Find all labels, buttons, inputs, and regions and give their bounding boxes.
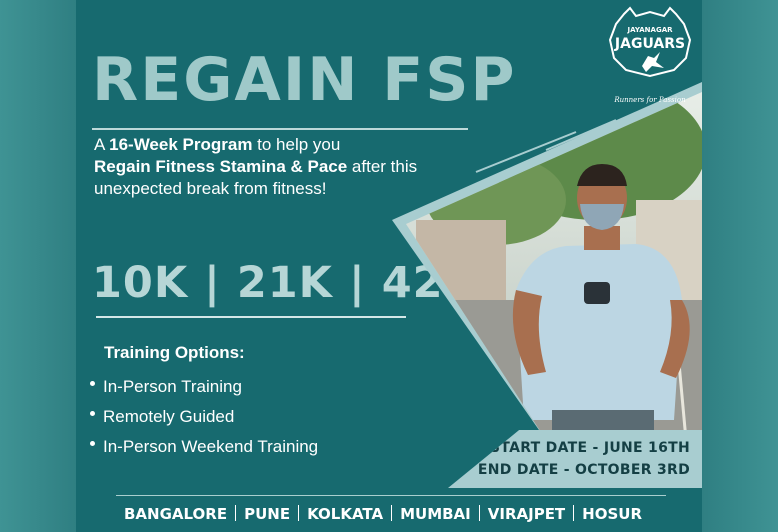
city-name: MUMBAI [400,505,471,523]
training-option: Remotely Guided [90,402,318,432]
cities-divider [116,495,666,496]
city-item: BANGALORE [124,503,227,525]
city-item: HOSUR [565,503,642,525]
distance-21k: 21K [236,258,334,308]
training-option-label: In-Person Training [103,377,242,396]
city-separator [235,505,237,521]
distance-separator: | [349,258,382,308]
city-separator [391,505,393,521]
city-name: KOLKATA [307,505,384,523]
bullet-icon [90,411,95,417]
logo-line1: JAYANAGAR [627,26,674,34]
desc-bold-2: Regain Fitness Stamina & Pace [94,157,348,176]
distances: 10K | 21K | 42K [92,262,478,305]
bullet-icon [90,381,95,387]
desc-text-2: to help you [252,135,341,154]
city-item: KOLKATA [290,503,383,525]
distance-separator: | [204,258,237,308]
logo-tagline: Runners for Passion [613,96,686,104]
city-name: HOSUR [582,505,643,523]
distance-42k: 42K [381,258,478,308]
training-options-title: Training Options: [104,343,245,362]
city-name: BANGALORE [124,505,228,523]
training-option: In-Person Training [90,372,318,402]
city-separator [573,505,575,521]
desc-bold-1: 16-Week Program [109,135,253,154]
program-dates: START DATE - JUNE 16TH END DATE - OCTOBE… [448,430,702,488]
city-list: BANGALORE PUNE KOLKATA MUMBAI VIRAJPET H… [124,503,642,525]
training-option-label: Remotely Guided [103,407,235,426]
bullet-icon [90,441,95,447]
city-name: VIRAJPET [487,505,566,523]
poster: REGAIN FSP A 16-Week Program to help you… [76,0,702,532]
distances-divider [96,316,406,318]
city-separator [298,505,300,521]
city-item: PUNE [227,503,290,525]
city-item: VIRAJPET [471,503,565,525]
start-date: START DATE - JUNE 16TH [489,440,690,456]
training-option-label: In-Person Weekend Training [103,437,319,456]
title-divider [92,128,468,130]
city-separator [478,505,480,521]
training-option: In-Person Weekend Training [90,432,318,462]
program-description: A 16-Week Program to help you Regain Fit… [94,134,454,200]
poster-title: REGAIN FSP [92,45,517,115]
distance-10k: 10K [92,258,189,308]
runner-icon [642,52,664,72]
backdrop-right [702,0,778,532]
city-item: MUMBAI [383,503,471,525]
jayanagar-jaguars-logo: JAYANAGAR JAGUARS Runners for Passion [608,6,692,104]
city-name: PUNE [244,505,291,523]
logo-line2: JAGUARS [614,36,685,52]
backdrop-left [0,0,76,532]
end-date: END DATE - OCTOBER 3RD [477,462,690,478]
training-options-list: In-Person Training Remotely Guided In-Pe… [90,372,318,462]
desc-text-1: A [94,135,110,154]
